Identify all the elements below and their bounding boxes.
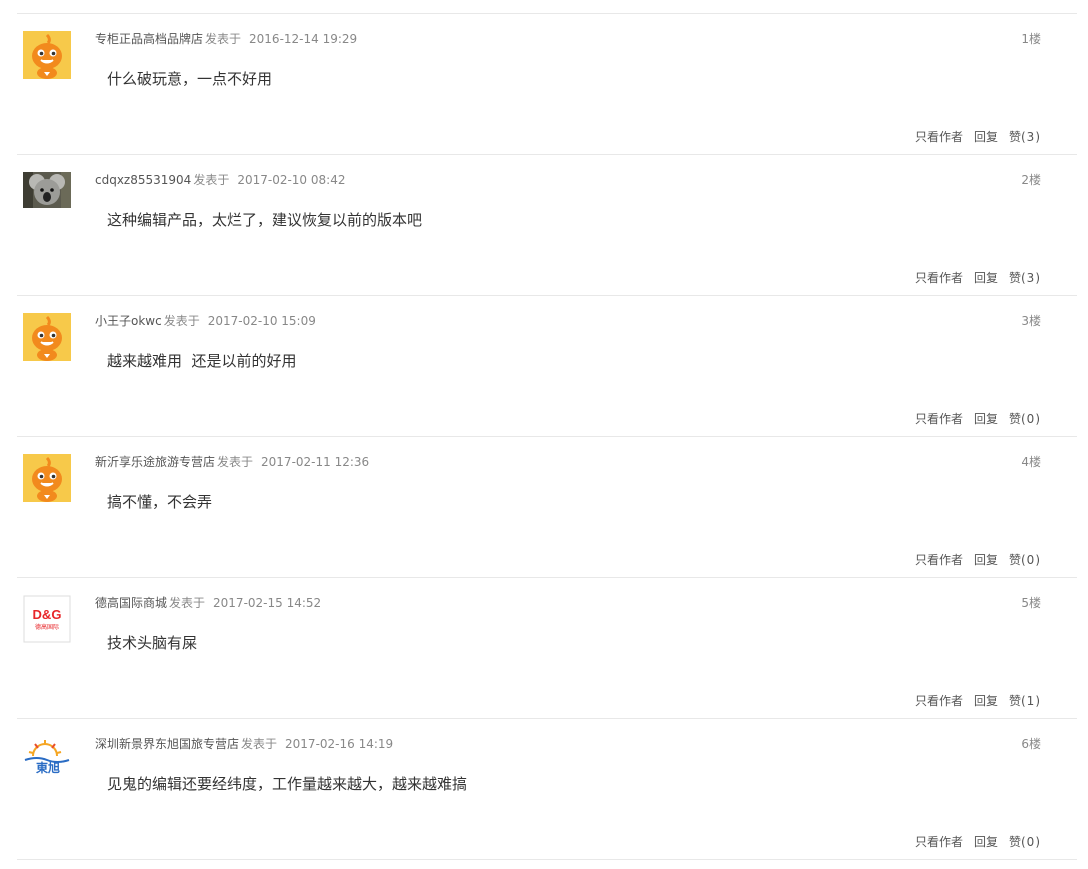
floor-number: 5楼 <box>1021 596 1041 610</box>
post-meta: 小王子okwc 发表于 2017-02-10 15:09 <box>95 313 316 329</box>
only-author-link[interactable]: 只看作者 <box>915 412 963 426</box>
post-meta: 专柜正品高档品牌店 发表于 2016-12-14 19:29 <box>95 31 357 47</box>
like-label: 赞 <box>1008 553 1021 567</box>
floor-number: 3楼 <box>1021 314 1041 328</box>
like-count: (3) <box>1021 271 1041 285</box>
author-name[interactable]: 新沂享乐途旅游专营店 <box>95 455 215 469</box>
post-time: 2017-02-10 15:09 <box>207 314 316 328</box>
post-content: 见鬼的编辑还要经纬度，工作量越来越大，越来越难搞 <box>107 775 468 793</box>
posted-at-label: 发表于 <box>163 314 200 328</box>
reply-link[interactable]: 回复 <box>974 835 998 849</box>
like-label: 赞 <box>1008 694 1021 708</box>
only-author-link[interactable]: 只看作者 <box>915 694 963 708</box>
posted-at-label: 发表于 <box>217 455 254 469</box>
like-label: 赞 <box>1008 130 1021 144</box>
comment-post: cdqxz85531904 发表于 2017-02-10 08:42 2楼 这种编辑… <box>17 155 1077 296</box>
posted-at-label: 发表于 <box>193 173 230 187</box>
post-content: 技术头脑有屎 <box>107 634 198 652</box>
dg-logo-avatar[interactable]: D&G 德高国际 <box>23 595 71 643</box>
dongxu-logo-text: 東旭 <box>36 760 60 775</box>
like-count: (0) <box>1021 835 1041 849</box>
post-meta: 深圳新景界东旭国旅专营店 发表于 2017-02-16 14:19 <box>95 736 393 752</box>
like-button[interactable]: 赞(3) <box>1009 271 1041 285</box>
like-count: (1) <box>1021 694 1041 708</box>
orange-mascot-avatar[interactable] <box>23 31 71 79</box>
reply-link[interactable]: 回复 <box>974 271 998 285</box>
post-time: 2016-12-14 19:29 <box>249 32 358 46</box>
reply-link[interactable]: 回复 <box>974 412 998 426</box>
post-actions: 只看作者 回复 赞(0) <box>915 834 1041 850</box>
like-label: 赞 <box>1008 412 1021 426</box>
reply-link[interactable]: 回复 <box>974 130 998 144</box>
like-button[interactable]: 赞(0) <box>1009 553 1041 567</box>
floor-number: 4楼 <box>1021 455 1041 469</box>
comment-thread: 专柜正品高档品牌店 发表于 2016-12-14 19:29 1楼 什么破玩意，一点… <box>17 13 1077 860</box>
author-name[interactable]: 德高国际商城 <box>95 596 167 610</box>
comment-post: 東旭 深圳新景界东旭国旅专营店 发表于 2017-02-16 14:19 6楼 见鬼… <box>17 719 1077 860</box>
post-meta: cdqxz85531904 发表于 2017-02-10 08:42 <box>95 172 345 188</box>
like-button[interactable]: 赞(0) <box>1009 412 1041 426</box>
reply-link[interactable]: 回复 <box>974 553 998 567</box>
post-meta: 新沂享乐途旅游专营店 发表于 2017-02-11 12:36 <box>95 454 369 470</box>
like-button[interactable]: 赞(1) <box>1009 694 1041 708</box>
koala-photo-avatar[interactable] <box>23 172 71 208</box>
comment-post: D&G 德高国际 德高国际商城 发表于 2017-02-15 14:52 5楼 技术… <box>17 578 1077 719</box>
comment-post: 新沂享乐途旅游专营店 发表于 2017-02-11 12:36 4楼 搞不懂，不会弄… <box>17 437 1077 578</box>
comment-post: 小王子okwc 发表于 2017-02-10 15:09 3楼 越来越难用 还是以前… <box>17 296 1077 437</box>
post-actions: 只看作者 回复 赞(3) <box>915 129 1041 145</box>
post-content: 什么破玩意，一点不好用 <box>107 70 273 88</box>
only-author-link[interactable]: 只看作者 <box>915 553 963 567</box>
orange-mascot-avatar[interactable] <box>23 313 71 361</box>
only-author-link[interactable]: 只看作者 <box>915 130 963 144</box>
posted-at-label: 发表于 <box>169 596 206 610</box>
like-count: (3) <box>1021 130 1041 144</box>
comment-post: 专柜正品高档品牌店 发表于 2016-12-14 19:29 1楼 什么破玩意，一点… <box>17 14 1077 155</box>
post-time: 2017-02-10 08:42 <box>237 173 346 187</box>
post-content: 越来越难用 还是以前的好用 <box>107 352 297 370</box>
dg-logo-text: D&G <box>33 607 62 622</box>
post-actions: 只看作者 回复 赞(3) <box>915 270 1041 286</box>
orange-mascot-avatar[interactable] <box>23 454 71 502</box>
posted-at-label: 发表于 <box>205 32 242 46</box>
floor-number: 1楼 <box>1021 32 1041 46</box>
post-actions: 只看作者 回复 赞(0) <box>915 552 1041 568</box>
floor-number: 2楼 <box>1021 173 1041 187</box>
author-name[interactable]: 小王子okwc <box>95 314 162 328</box>
post-actions: 只看作者 回复 赞(1) <box>915 693 1041 709</box>
post-time: 2017-02-15 14:52 <box>213 596 322 610</box>
author-name[interactable]: 深圳新景界东旭国旅专营店 <box>95 737 239 751</box>
post-time: 2017-02-16 14:19 <box>285 737 394 751</box>
post-actions: 只看作者 回复 赞(0) <box>915 411 1041 427</box>
only-author-link[interactable]: 只看作者 <box>915 835 963 849</box>
like-button[interactable]: 赞(0) <box>1009 835 1041 849</box>
post-content: 这种编辑产品，太烂了，建议恢复以前的版本吧 <box>107 211 423 229</box>
reply-link[interactable]: 回复 <box>974 694 998 708</box>
like-label: 赞 <box>1008 271 1021 285</box>
author-name[interactable]: 专柜正品高档品牌店 <box>95 32 203 46</box>
author-name[interactable]: cdqxz85531904 <box>95 173 191 187</box>
post-content: 搞不懂，不会弄 <box>107 493 213 511</box>
like-button[interactable]: 赞(3) <box>1009 130 1041 144</box>
like-count: (0) <box>1021 553 1041 567</box>
only-author-link[interactable]: 只看作者 <box>915 271 963 285</box>
posted-at-label: 发表于 <box>241 737 278 751</box>
like-label: 赞 <box>1008 835 1021 849</box>
post-time: 2017-02-11 12:36 <box>261 455 370 469</box>
post-meta: 德高国际商城 发表于 2017-02-15 14:52 <box>95 595 321 611</box>
floor-number: 6楼 <box>1021 737 1041 751</box>
like-count: (0) <box>1021 412 1041 426</box>
dongxu-logo-avatar[interactable]: 東旭 <box>23 736 71 784</box>
dg-logo-subtext: 德高国际 <box>35 623 59 631</box>
